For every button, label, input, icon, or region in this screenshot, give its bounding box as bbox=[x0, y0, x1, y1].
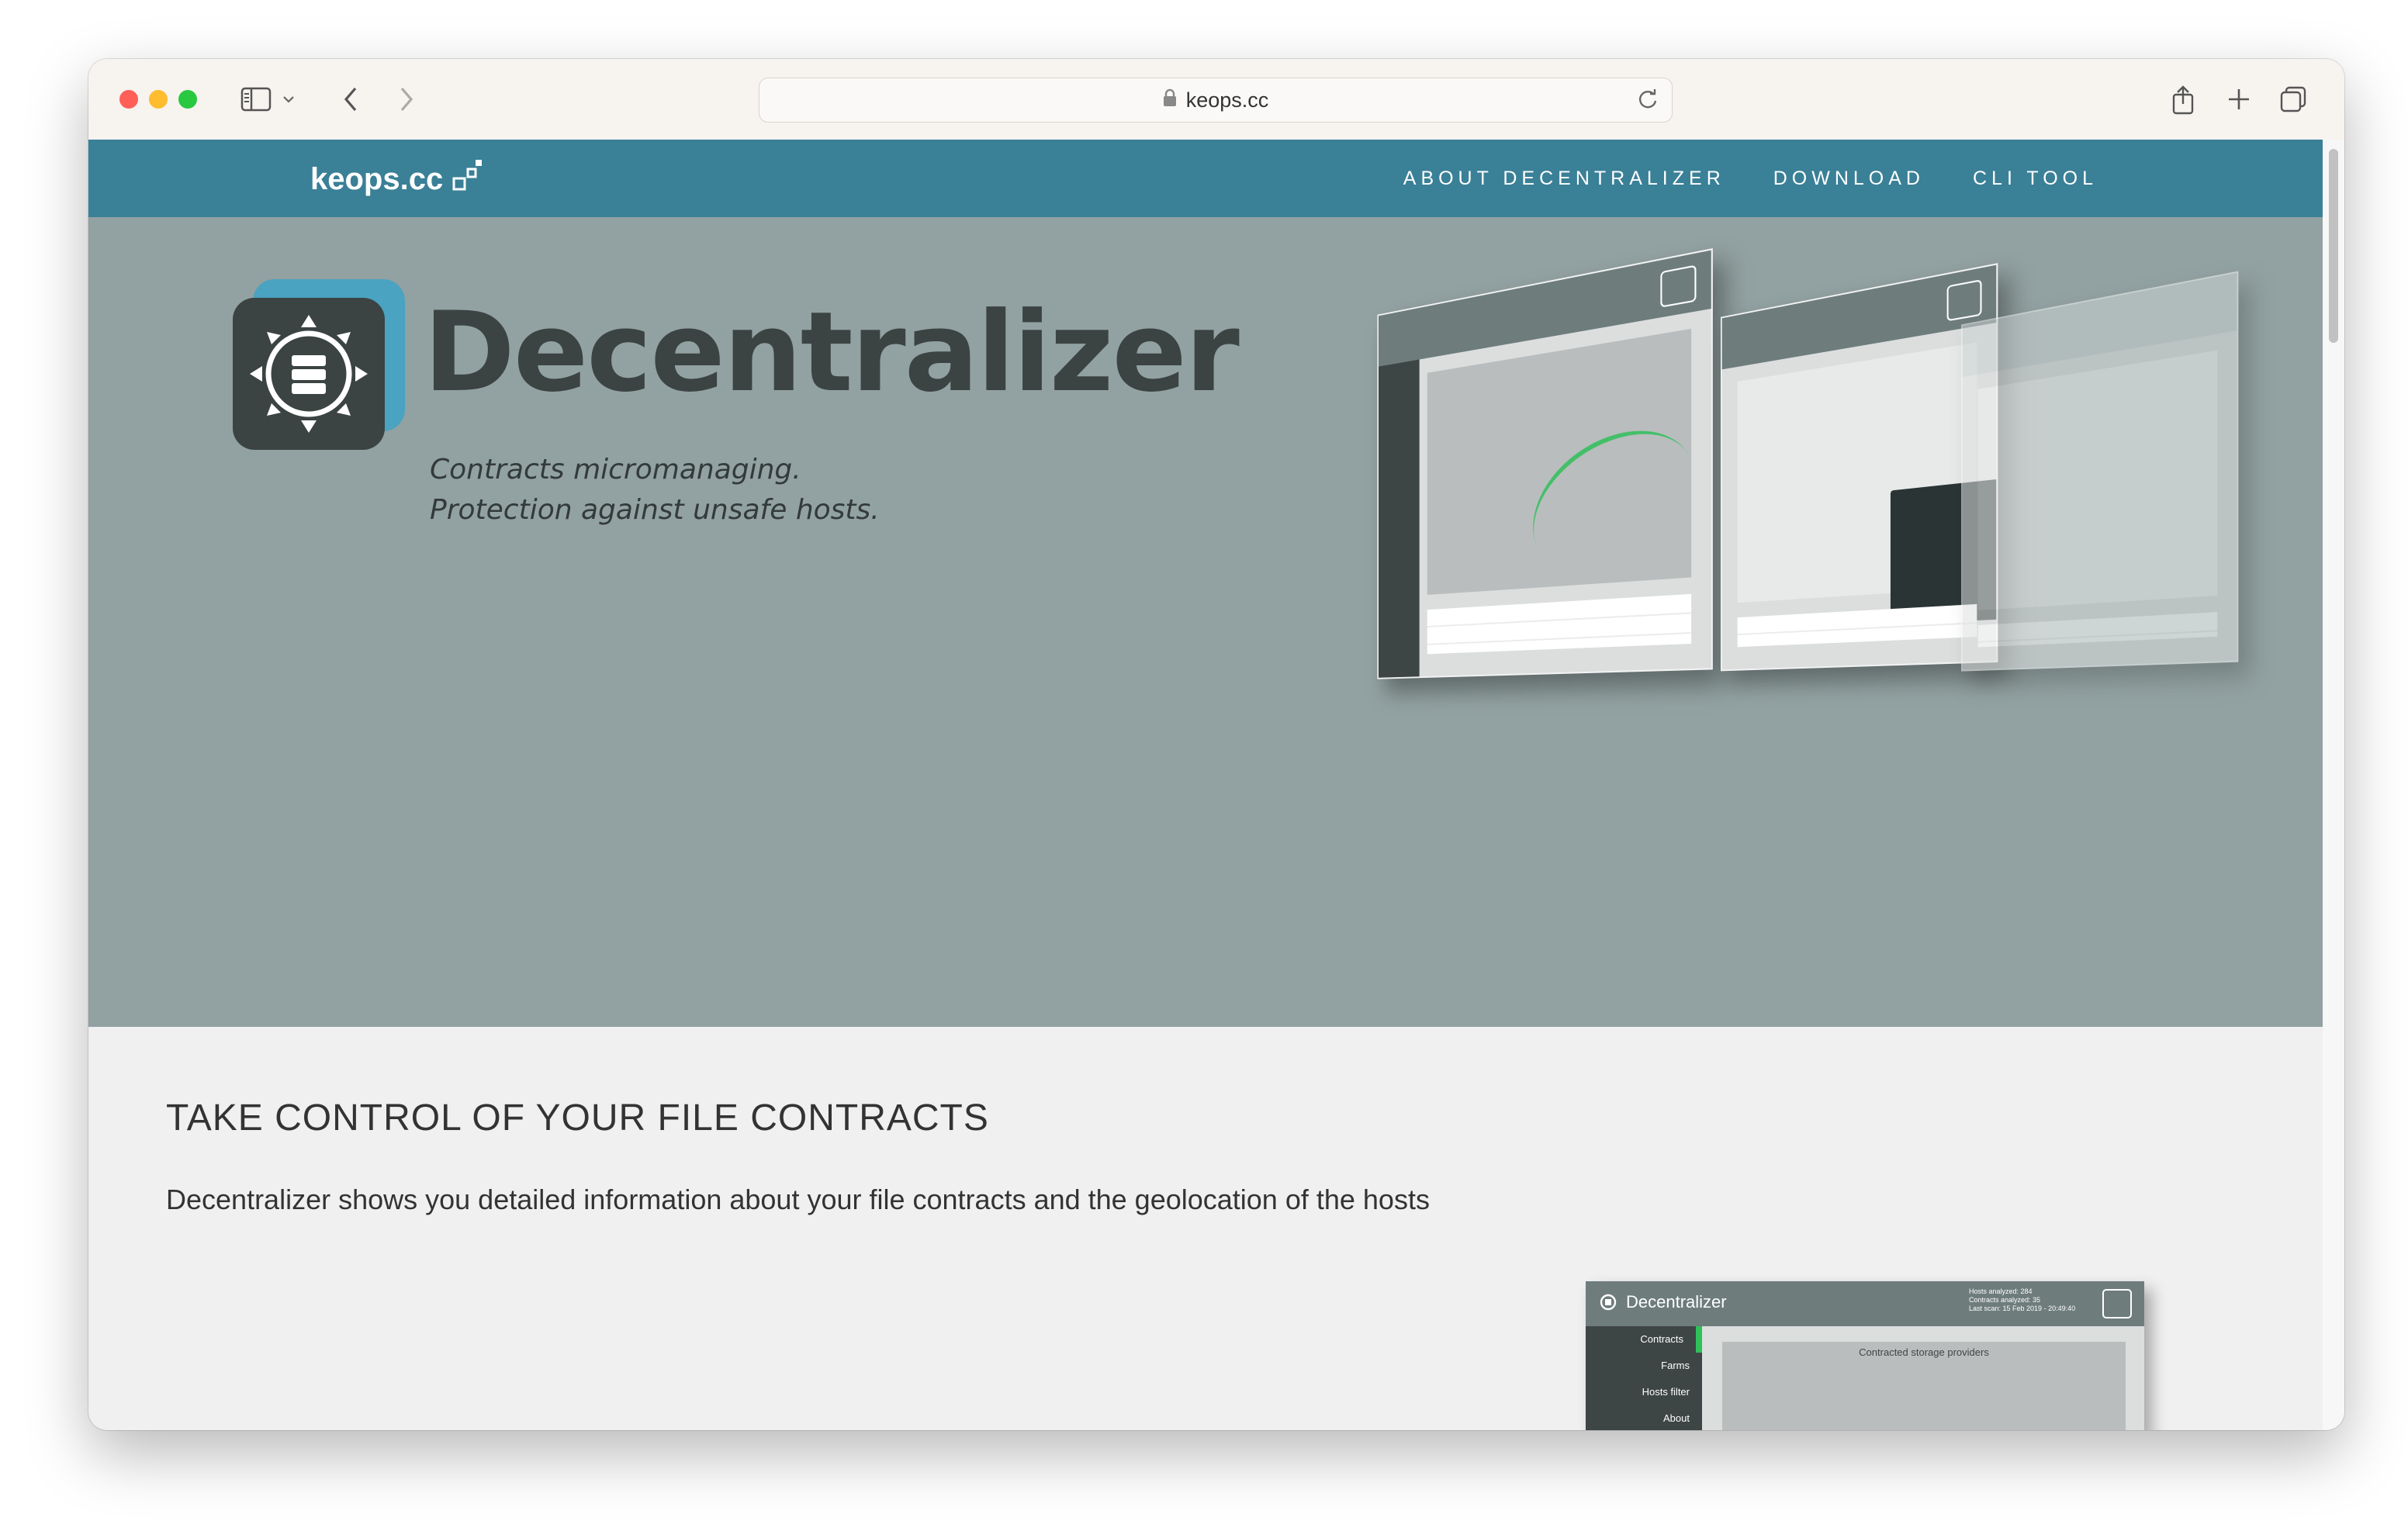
section-text: Decentralizer shows you detailed informa… bbox=[166, 1184, 1430, 1215]
hero-title: Decentralizer bbox=[424, 289, 1240, 416]
minimize-window-button[interactable] bbox=[149, 90, 168, 109]
tagline-line-2: Protection against unsafe hosts. bbox=[430, 494, 880, 526]
tab-overview-icon[interactable] bbox=[2275, 81, 2312, 118]
browser-toolbar: keops.cc bbox=[88, 59, 2344, 140]
scrollbar-thumb[interactable] bbox=[2329, 149, 2338, 343]
browser-window: keops.cc keops.cc ABOUT DECENTRALIZER DO… bbox=[88, 59, 2344, 1430]
address-bar[interactable]: keops.cc bbox=[759, 78, 1673, 123]
preview-stats: Hosts analyzed: 284 Contracts analyzed: … bbox=[1969, 1287, 2075, 1313]
preview-brand: Decentralizer bbox=[1626, 1292, 1727, 1312]
forward-icon[interactable] bbox=[388, 81, 425, 118]
site-navbar: keops.cc ABOUT DECENTRALIZER DOWNLOAD CL… bbox=[88, 140, 2323, 217]
preview-stat: Contracts analyzed: 35 bbox=[1969, 1296, 2041, 1304]
preview-stat: Last scan: 15 Feb 2019 - 20:49:40 bbox=[1969, 1305, 2076, 1312]
app-screenshot-contracts bbox=[1377, 248, 1713, 679]
close-window-button[interactable] bbox=[119, 90, 138, 109]
app-preview-screenshot: Decentralizer Hosts analyzed: 284 Contra… bbox=[1586, 1281, 2144, 1430]
preview-map-title: Contracted storage providers bbox=[1859, 1346, 1989, 1358]
decentralizer-app-icon bbox=[233, 279, 411, 461]
preview-map: Contracted storage providers bbox=[1722, 1342, 2126, 1430]
preview-menu-item: Contracts bbox=[1586, 1326, 1702, 1353]
page-scrollbar[interactable] bbox=[2323, 140, 2344, 1430]
preview-menu-item: Hosts filter bbox=[1642, 1386, 1690, 1398]
app-screenshot-hosts-filter bbox=[1721, 263, 1998, 672]
zoom-window-button[interactable] bbox=[178, 90, 197, 109]
nav-download[interactable]: DOWNLOAD bbox=[1773, 168, 1925, 190]
new-tab-icon[interactable] bbox=[2220, 81, 2258, 118]
preview-stat: Hosts analyzed: 284 bbox=[1969, 1287, 2033, 1295]
chevron-down-icon[interactable] bbox=[279, 81, 298, 118]
nav-links: ABOUT DECENTRALIZER DOWNLOAD CLI TOOL bbox=[1355, 140, 2098, 217]
url-text: keops.cc bbox=[1185, 88, 1269, 112]
hero-tagline: Contracts micromanaging. Protection agai… bbox=[430, 450, 880, 530]
scan-icon bbox=[2102, 1289, 2132, 1318]
preview-header: Decentralizer Hosts analyzed: 284 Contra… bbox=[1586, 1281, 2144, 1326]
sidebar-toggle-icon[interactable] bbox=[237, 81, 275, 118]
cube-logo-icon bbox=[451, 157, 485, 202]
lock-icon bbox=[1163, 88, 1177, 112]
tagline-line-1: Contracts micromanaging. bbox=[430, 454, 801, 486]
section-title: TAKE CONTROL OF YOUR FILE CONTRACTS bbox=[166, 1097, 989, 1139]
share-icon[interactable] bbox=[2164, 81, 2202, 118]
preview-menu-item: About bbox=[1663, 1412, 1690, 1424]
hero-section: Decentralizer Contracts micromanaging. P… bbox=[88, 217, 2323, 1027]
site-logo[interactable]: keops.cc bbox=[310, 157, 485, 202]
brand-name: keops.cc bbox=[310, 161, 444, 196]
nav-cli-tool[interactable]: CLI TOOL bbox=[1973, 168, 2098, 190]
preview-sidebar: Contracts Farms Hosts filter About bbox=[1586, 1326, 1702, 1430]
reload-icon[interactable] bbox=[1633, 85, 1662, 119]
preview-menu-item: Farms bbox=[1661, 1360, 1690, 1371]
back-icon[interactable] bbox=[332, 81, 369, 118]
decentralizer-small-icon bbox=[1597, 1291, 1620, 1317]
nav-about-decentralizer[interactable]: ABOUT DECENTRALIZER bbox=[1403, 168, 1725, 190]
app-screenshot-settings bbox=[1961, 271, 2239, 672]
